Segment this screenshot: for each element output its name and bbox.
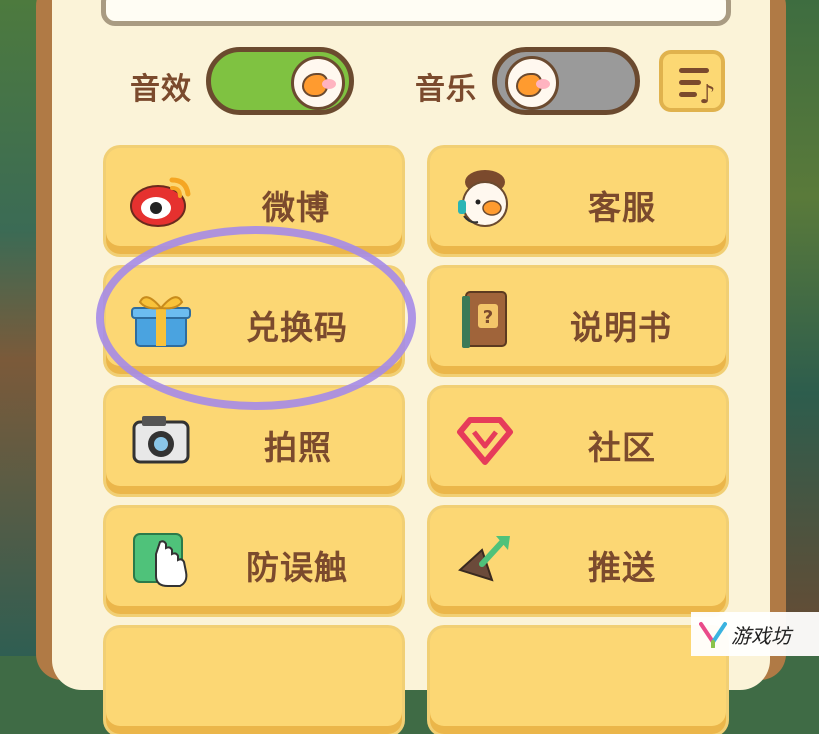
music-list-icon [679,68,709,73]
customer-service-button[interactable]: 客服 [430,148,726,254]
duck-knob-icon [505,56,559,110]
customer-service-duck-icon [458,170,508,227]
book-question-icon: ? [462,291,507,348]
anti-mistouch-button[interactable]: 防误触 [106,508,402,614]
watermark-logo-icon [699,622,727,648]
sound-effects-toggle[interactable] [206,47,354,115]
manual-button[interactable]: ? 说明书 [430,268,726,374]
music-toggle[interactable] [492,47,640,115]
community-label: 社区 [588,428,656,467]
menu-button-partial-right[interactable] [430,628,726,734]
photo-label: 拍照 [264,428,332,467]
watermark-text: 游戏坊 [731,624,791,648]
customer-service-label: 客服 [588,188,656,227]
touch-hand-icon [133,533,188,587]
community-button[interactable]: 社区 [430,388,726,494]
push-label: 推送 [588,548,656,587]
music-label: 音乐 [415,72,477,107]
community-diamond-icon [457,417,513,465]
weibo-icon [130,177,191,227]
svg-text:?: ? [483,307,493,328]
weibo-label: 微博 [262,188,330,227]
highlight-circle [96,226,416,410]
watermark: 游戏坊 [691,612,819,656]
menu-button-partial-left[interactable] [106,628,402,734]
manual-label: 说明书 [570,308,672,347]
megaphone-arrow-icon [458,536,510,582]
push-button[interactable]: 推送 [430,508,726,614]
top-input-field[interactable] [101,0,731,26]
music-list-button[interactable]: ♪ [659,50,725,112]
duck-knob-icon [291,56,345,110]
sound-effects-label: 音效 [130,72,192,107]
camera-icon [132,416,190,464]
anti-mistouch-label: 防误触 [246,548,348,587]
